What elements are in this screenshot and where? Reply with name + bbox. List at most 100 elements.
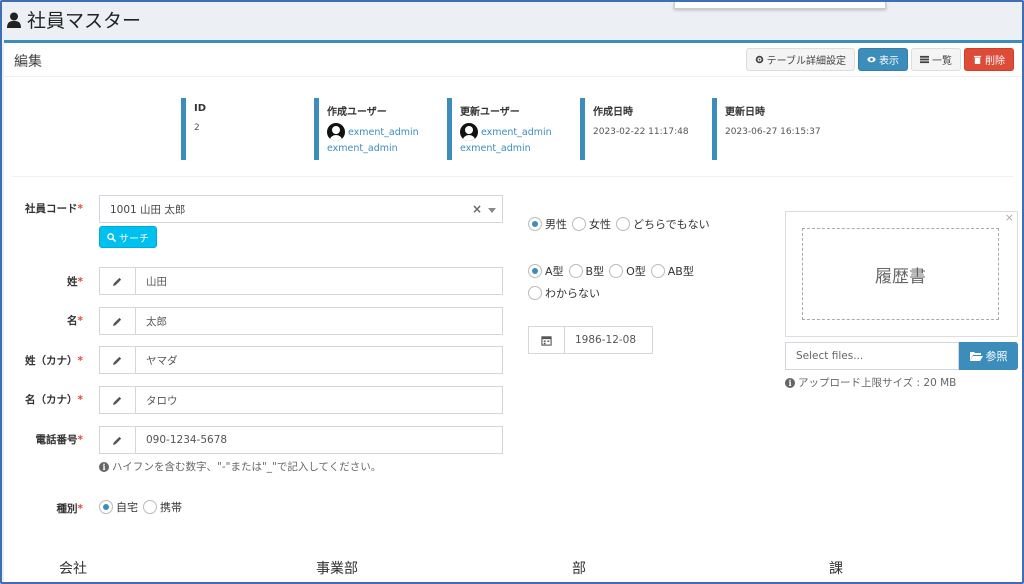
clear-icon[interactable]: × xyxy=(472,202,482,216)
birthday-field[interactable]: 1986-12-08 xyxy=(528,326,653,354)
column-header-division: 事業部 xyxy=(316,561,358,577)
browse-button[interactable]: 参照 xyxy=(959,342,1018,370)
last-name-label: 姓* xyxy=(67,276,83,288)
view-button[interactable]: 表示 xyxy=(858,48,908,71)
calendar-icon xyxy=(529,327,565,353)
radio-circle[interactable] xyxy=(99,500,113,514)
last-name-kana-label: 姓（カナ）* xyxy=(25,355,83,367)
meta-updated-at-label: 更新日時 xyxy=(725,107,765,118)
meta-created-user: 作成ユーザー exment_admin exment_admin xyxy=(314,98,444,160)
list-label: 一覧 xyxy=(932,56,952,67)
view-label: 表示 xyxy=(879,56,899,67)
first-name-field[interactable]: 太郎 xyxy=(99,307,503,335)
close-icon[interactable]: × xyxy=(1005,211,1014,224)
radio-circle[interactable] xyxy=(568,264,583,278)
resume-file-input[interactable]: Select files... xyxy=(785,342,959,370)
phone-label: 電話番号* xyxy=(35,434,84,446)
meta-created-at-label: 作成日時 xyxy=(593,107,633,118)
pencil-icon xyxy=(100,387,136,413)
table-settings-button[interactable]: テーブル詳細設定 xyxy=(745,48,855,71)
radio-b[interactable]: B型 xyxy=(568,263,604,279)
resume-dropzone[interactable]: 履歴書 xyxy=(802,228,999,320)
edit-box: 編集 テーブル詳細設定 表示 一覧 削除 ID 2 作成ユーザー exment_… xyxy=(4,40,1022,582)
meta-updated-at-value: 2023-06-27 16:15:37 xyxy=(725,127,821,137)
eye-icon xyxy=(867,56,876,63)
divider xyxy=(12,176,1014,177)
pencil-icon xyxy=(100,347,136,373)
radio-circle[interactable] xyxy=(572,217,586,231)
search-button-label: サーチ xyxy=(119,233,149,245)
phone-type-label: 種別* xyxy=(56,503,84,515)
first-name-label: 名* xyxy=(67,315,83,327)
radio-female[interactable]: 女性 xyxy=(572,216,611,232)
meta-created-at: 作成日時 2023-02-22 11:17:48 xyxy=(580,98,710,160)
search-icon xyxy=(107,232,116,242)
blood-type-radios: A型 B型 O型 AB型 わからない xyxy=(528,263,758,301)
delete-button[interactable]: 削除 xyxy=(964,48,1014,71)
radio-circle[interactable] xyxy=(609,264,624,278)
phone-field[interactable]: 090-1234-5678 xyxy=(99,426,503,454)
updated-user-link[interactable]: exment_admin xyxy=(481,127,552,138)
first-name-input[interactable]: 太郎 xyxy=(136,308,502,334)
column-header-section: 課 xyxy=(829,561,843,577)
radio-circle[interactable] xyxy=(528,264,542,278)
first-name-kana-label: 名（カナ）* xyxy=(25,394,83,406)
employee-code-label: 社員コード* xyxy=(25,203,83,215)
last-name-input[interactable]: 山田 xyxy=(136,268,502,294)
box-tools: テーブル詳細設定 表示 一覧 削除 xyxy=(745,48,1014,71)
radio-circle[interactable] xyxy=(650,264,665,278)
created-user-sub[interactable]: exment_admin xyxy=(327,143,444,154)
delete-label: 削除 xyxy=(985,56,1005,67)
first-name-kana-field[interactable]: タロウ xyxy=(99,386,503,414)
user-icon xyxy=(7,12,21,28)
info-icon: i xyxy=(99,461,109,472)
updated-user-sub[interactable]: exment_admin xyxy=(460,143,577,154)
list-button[interactable]: 一覧 xyxy=(911,48,961,71)
upload-help: i アップロード上限サイズ : 20 MB xyxy=(785,375,956,390)
meta-updated-user: 更新ユーザー exment_admin exment_admin xyxy=(447,98,577,160)
pencil-icon xyxy=(100,268,136,294)
radio-ab[interactable]: AB型 xyxy=(650,263,694,279)
pencil-icon xyxy=(100,308,136,334)
radio-circle[interactable] xyxy=(528,286,542,300)
avatar xyxy=(460,123,478,141)
last-name-kana-field[interactable]: ヤマダ xyxy=(99,346,503,374)
radio-home[interactable]: 自宅 xyxy=(99,499,138,515)
upload-help-text: アップロード上限サイズ : 20 MB xyxy=(798,377,957,389)
app-window: 社員マスター 編集 テーブル詳細設定 表示 一覧 削除 ID 2 作成ユーザー … xyxy=(0,0,1024,584)
radio-circle[interactable] xyxy=(528,217,542,231)
column-header-department: 部 xyxy=(572,561,586,577)
radio-circle[interactable] xyxy=(143,500,157,514)
last-name-field[interactable]: 山田 xyxy=(99,267,503,295)
avatar xyxy=(327,123,345,141)
chevron-down-icon xyxy=(488,208,496,213)
search-button[interactable]: サーチ xyxy=(99,226,157,248)
meta-created-at-value: 2023-02-22 11:17:48 xyxy=(593,127,689,137)
employee-code-value: 1001 山田 太郎 xyxy=(110,203,186,216)
phone-input[interactable]: 090-1234-5678 xyxy=(136,427,502,453)
folder-open-icon xyxy=(969,352,983,361)
employee-code-select[interactable]: 1001 山田 太郎 × xyxy=(99,195,503,223)
meta-id: ID 2 xyxy=(181,98,311,160)
meta-id-label: ID xyxy=(194,103,207,114)
radio-circle[interactable] xyxy=(616,217,630,231)
list-icon xyxy=(920,55,929,64)
first-name-kana-input[interactable]: タロウ xyxy=(136,387,502,413)
radio-mobile[interactable]: 携帯 xyxy=(143,499,182,515)
radio-unknown[interactable]: わからない xyxy=(528,285,600,301)
phone-help-text: ハイフンを含む数字、"-"または"_"で記入してください。 xyxy=(112,461,382,473)
box-title: 編集 xyxy=(14,54,42,70)
radio-o[interactable]: O型 xyxy=(609,263,646,279)
phone-type-radios: 自宅 携帯 xyxy=(99,499,187,515)
birthday-input[interactable]: 1986-12-08 xyxy=(565,327,652,353)
created-user-link[interactable]: exment_admin xyxy=(348,127,419,138)
gear-icon xyxy=(755,55,763,64)
table-settings-label: テーブル詳細設定 xyxy=(766,56,846,67)
gender-radios: 男性 女性 どちらでもない xyxy=(528,216,758,232)
divider xyxy=(4,76,1022,77)
radio-other[interactable]: どちらでもない xyxy=(616,216,710,232)
radio-a[interactable]: A型 xyxy=(528,263,564,279)
last-name-kana-input[interactable]: ヤマダ xyxy=(136,347,502,373)
info-icon: i xyxy=(785,377,795,388)
radio-male[interactable]: 男性 xyxy=(528,216,567,232)
